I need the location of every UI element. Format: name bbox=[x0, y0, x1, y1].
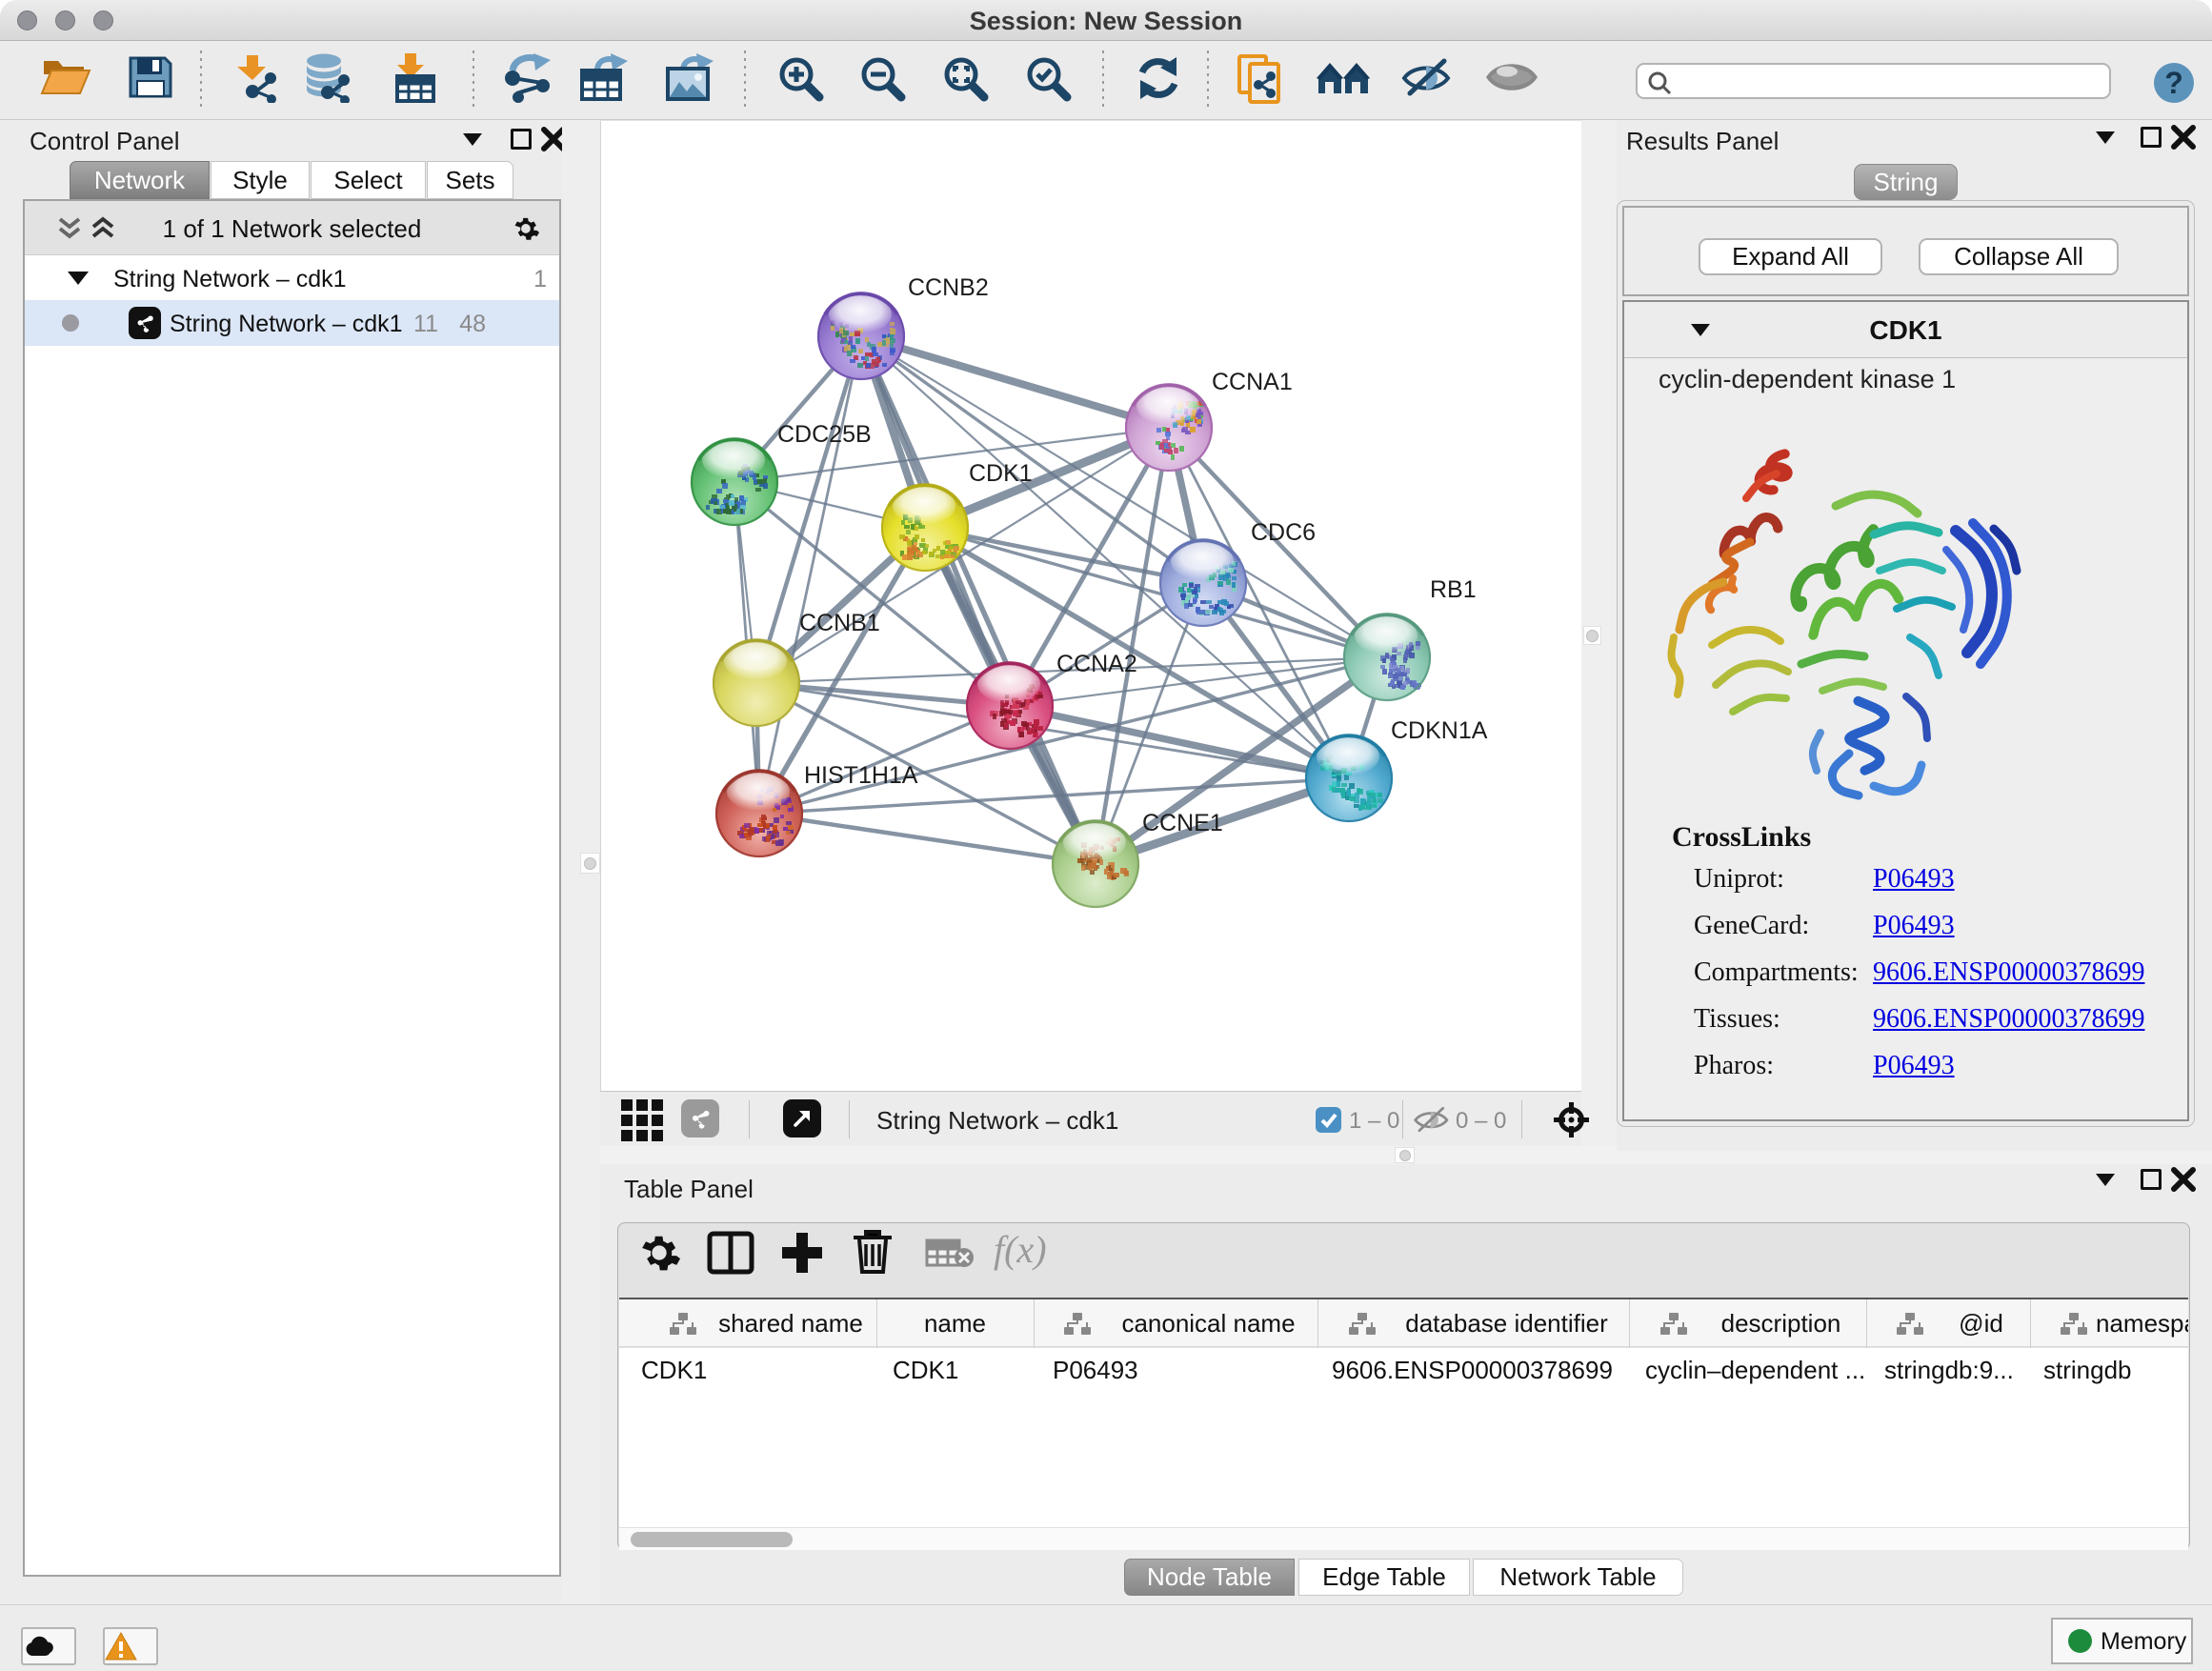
svg-text:?: ? bbox=[2164, 66, 2183, 100]
